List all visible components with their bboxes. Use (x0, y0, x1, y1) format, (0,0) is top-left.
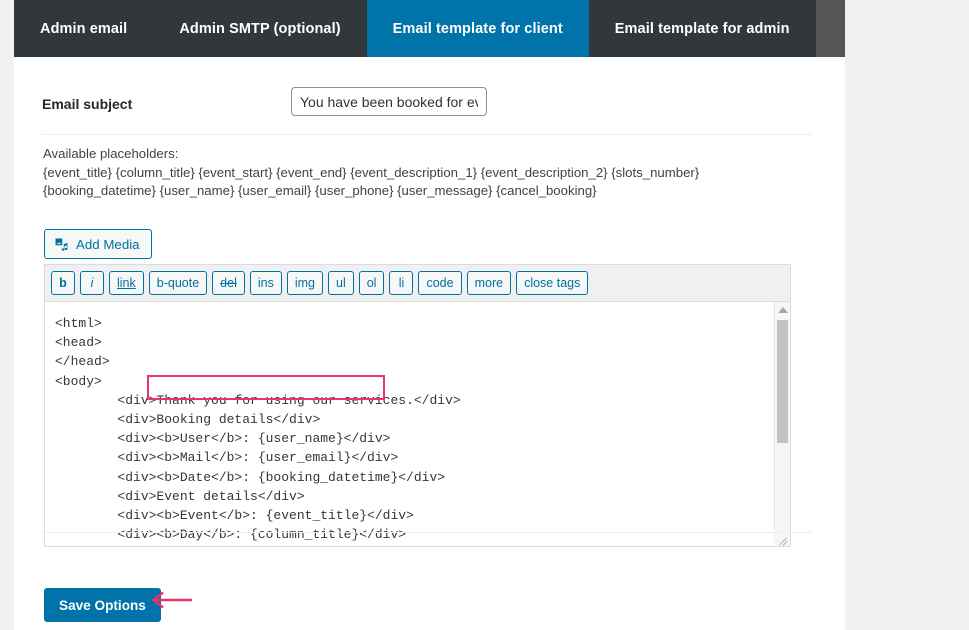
tab-email-template-client[interactable]: Email template for client (366, 0, 589, 57)
quicktag-i[interactable]: i (80, 271, 104, 295)
divider-bottom (42, 532, 812, 533)
tab-admin-email[interactable]: Admin email (14, 0, 154, 57)
settings-panel: Email subject Available placeholders: {e… (14, 57, 845, 630)
tab-email-template-admin[interactable]: Email template for admin (588, 0, 816, 57)
email-subject-label: Email subject (42, 96, 133, 112)
add-media-button[interactable]: Add Media (44, 229, 152, 259)
quicktag-ins[interactable]: ins (249, 271, 282, 295)
email-subject-input[interactable] (291, 87, 487, 116)
available-placeholders: Available placeholders: {event_title} {c… (43, 145, 823, 201)
quicktag-more[interactable]: more (466, 271, 512, 295)
placeholders-heading: Available placeholders: (43, 146, 179, 161)
tab-admin-smtp[interactable]: Admin SMTP (optional) (153, 0, 367, 57)
quicktag-ul[interactable]: ul (328, 271, 354, 295)
quicktag-b-quote[interactable]: b-quote (148, 271, 208, 295)
quicktag-b[interactable]: b (51, 271, 75, 295)
placeholders-line-1: {event_title} {column_title} {event_star… (43, 164, 700, 180)
quicktag-img[interactable]: img (286, 271, 323, 295)
quicktag-close-tags[interactable]: close tags (516, 271, 589, 295)
quicktags-toolbar: b i link b-quote del ins img ul ol li co… (45, 265, 790, 302)
editor-scrollbar[interactable] (774, 302, 790, 546)
scrollbar-thumb[interactable] (777, 320, 788, 443)
save-options-button[interactable]: Save Options (44, 588, 161, 622)
quicktag-link[interactable]: link (109, 271, 144, 295)
quicktag-li[interactable]: li (389, 271, 414, 295)
email-subject-row: Email subject (42, 87, 812, 127)
media-icon (54, 237, 69, 252)
quicktag-code[interactable]: code (418, 271, 462, 295)
code-editor-content[interactable]: <html> <head> </head> <body> <div>Thank … (55, 314, 768, 546)
html-editor: b i link b-quote del ins img ul ol li co… (44, 264, 791, 547)
tab-strip-filler (815, 0, 845, 57)
tab-strip: Admin email Admin SMTP (optional) Email … (14, 0, 845, 57)
settings-page: Admin email Admin SMTP (optional) Email … (0, 0, 969, 630)
divider-top (42, 134, 812, 135)
triangle-up-icon[interactable] (775, 302, 790, 317)
quicktag-del[interactable]: del (212, 271, 245, 295)
add-media-label: Add Media (76, 236, 140, 252)
placeholders-line-2: {booking_datetime} {user_name} {user_ema… (43, 183, 597, 198)
quicktag-ol[interactable]: ol (358, 271, 385, 295)
code-editor-area[interactable]: <html> <head> </head> <body> <div>Thank … (45, 302, 790, 546)
